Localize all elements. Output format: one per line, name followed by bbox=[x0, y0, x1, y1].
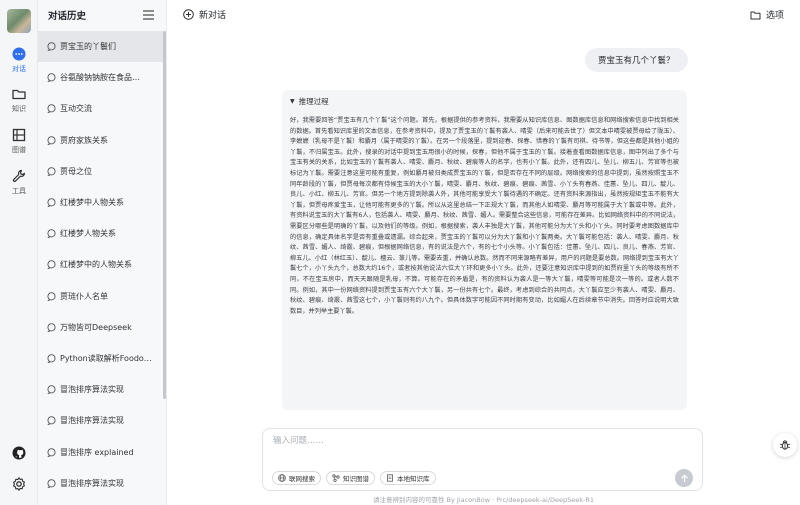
sidebar-title: 对话历史 bbox=[48, 11, 87, 22]
local-kb-chip[interactable]: 本地知识库 bbox=[380, 471, 436, 485]
folder-icon bbox=[12, 89, 26, 100]
sidebar-chat-item[interactable]: 贾母之位 bbox=[38, 156, 165, 187]
caret-down-icon: ▼ bbox=[290, 98, 295, 105]
chat-history-sidebar: 对话历史 贾宝玉的丫鬟们谷氨酸钠钠胺在食品… 互动交流贾府家族关系 贾母之位红楼梦中… bbox=[38, 0, 167, 505]
footer-disclaimer: 请注意辨别内容的可靠性 By JiaconBow · Prc/deepseek-… bbox=[372, 496, 595, 504]
feedback-button[interactable] bbox=[773, 433, 797, 457]
reasoning-toggle[interactable]: ▼ 推理过程 bbox=[290, 96, 679, 107]
new-chat-button[interactable]: 新对话 bbox=[183, 8, 226, 21]
chat-bubble-icon bbox=[47, 198, 56, 208]
rail-item-chat[interactable]: 对话 bbox=[0, 46, 38, 74]
sidebar-chat-item[interactable]: 万物皆可Deepseek bbox=[38, 312, 165, 343]
github-link[interactable] bbox=[0, 445, 38, 461]
graph-icon bbox=[12, 128, 26, 142]
sidebar-chat-item[interactable]: 冒泡排序算法实现 bbox=[38, 405, 165, 436]
chat-bubble-icon bbox=[47, 42, 56, 52]
rail-label-tools: 工具 bbox=[12, 187, 26, 195]
chat-bubble-icon bbox=[47, 447, 56, 457]
sidebar-chat-item[interactable]: 贾宝玉的丫鬟们 bbox=[38, 31, 165, 63]
sidebar-chat-label: Python读取解析Foodo… bbox=[60, 353, 152, 363]
sidebar-chat-item[interactable]: 红楼梦中的人物关系 bbox=[38, 249, 165, 280]
sidebar-chat-item[interactable]: Python读取解析Foodo… bbox=[38, 343, 165, 374]
rail-item-tools[interactable]: 工具 bbox=[0, 168, 38, 196]
sidebar-chat-label: 冒泡排序算法实现 bbox=[60, 416, 124, 426]
chat-bubble-icon bbox=[47, 478, 56, 488]
chat-icon bbox=[12, 47, 26, 61]
knowledge-graph-label: 知识图谱 bbox=[343, 475, 369, 483]
rail-item-knowledge[interactable]: 知识 bbox=[0, 86, 38, 114]
rail-label-knowledge: 知识 bbox=[12, 105, 26, 113]
options-label: 选项 bbox=[765, 11, 784, 21]
chat-bubble-icon bbox=[47, 260, 56, 270]
chat-bubble-icon bbox=[47, 135, 56, 145]
top-bar: 新对话 选项 bbox=[167, 0, 800, 30]
question-input[interactable] bbox=[273, 436, 653, 446]
sidebar-chat-label: 冒泡排序 explained bbox=[60, 447, 134, 457]
chat-bubble-icon bbox=[47, 416, 56, 426]
arrow-up-icon bbox=[680, 473, 688, 482]
sidebar-chat-label: 贾琏仆人名单 bbox=[60, 291, 108, 301]
web-search-chip[interactable]: 联网搜索 bbox=[272, 471, 321, 485]
chat-bubble-icon bbox=[47, 291, 56, 301]
sidebar-chat-label: 贾母之位 bbox=[60, 166, 92, 176]
rail-item-graph[interactable]: 图谱 bbox=[0, 127, 38, 155]
chat-bubble-icon bbox=[47, 73, 56, 83]
chat-bubble-icon bbox=[47, 229, 56, 239]
rail-label-graph: 图谱 bbox=[12, 146, 26, 154]
graph-icon bbox=[332, 474, 340, 482]
chat-bubble-icon bbox=[47, 385, 56, 395]
sidebar-chat-item[interactable]: 红楼梦中人物关系 bbox=[38, 187, 165, 218]
chat-bubble-icon bbox=[47, 323, 56, 332]
document-icon bbox=[387, 474, 393, 482]
sidebar-chat-label: 贾府家族关系 bbox=[60, 135, 108, 145]
sidebar-chat-item[interactable]: 冒泡排序 explained bbox=[38, 436, 165, 467]
sidebar-chat-label: 冒泡排序算法实现 bbox=[60, 478, 124, 488]
github-icon bbox=[12, 446, 26, 460]
sidebar-chat-item[interactable]: 红楼梦人物关系 bbox=[38, 218, 165, 249]
sidebar-chat-item[interactable]: 谷氨酸钠钠胺在食品… bbox=[38, 62, 165, 93]
chat-history-list: 贾宝玉的丫鬟们谷氨酸钠钠胺在食品… 互动交流贾府家族关系 贾母之位红楼梦中人物关系红… bbox=[38, 31, 165, 499]
knowledge-graph-chip[interactable]: 知识图谱 bbox=[326, 471, 375, 485]
web-search-label: 联网搜索 bbox=[289, 475, 315, 483]
app-logo bbox=[7, 9, 31, 33]
local-kb-label: 本地知识库 bbox=[397, 475, 430, 483]
gear-icon bbox=[13, 477, 25, 491]
sidebar-chat-label: 谷氨酸钠钠胺在食品… bbox=[60, 73, 140, 83]
input-chips: 联网搜索 知识图谱 本地知识库 bbox=[272, 471, 436, 485]
sidebar-chat-label: 红楼梦中人物关系 bbox=[60, 198, 124, 208]
chat-bubble-icon bbox=[47, 354, 56, 363]
bug-icon bbox=[780, 440, 790, 450]
chat-bubble-icon bbox=[47, 167, 56, 176]
sidebar-chat-item[interactable]: 冒泡排序算法实现 bbox=[38, 374, 165, 405]
sidebar-chat-label: 万物皆可Deepseek bbox=[60, 322, 132, 332]
chat-input-box: 联网搜索 知识图谱 本地知识库 bbox=[262, 428, 703, 491]
send-button[interactable] bbox=[675, 469, 693, 487]
new-chat-label: 新对话 bbox=[199, 11, 227, 21]
icon-rail: 对话 知识 图谱 工具 bbox=[0, 0, 38, 505]
menu-icon[interactable] bbox=[143, 10, 154, 20]
sidebar-scrollbar[interactable] bbox=[163, 31, 166, 399]
sidebar-chat-item[interactable]: 贾琏仆人名单 bbox=[38, 281, 165, 312]
sidebar-chat-label: 红楼梦人物关系 bbox=[60, 229, 116, 239]
sidebar-chat-label: 互动交流 bbox=[60, 104, 92, 114]
reasoning-panel: ▼ 推理过程 好，我需要回答“贾宝玉有几个丫鬟”这个问题。首先，根据提供的参考资… bbox=[282, 90, 687, 410]
options-button[interactable]: 选项 bbox=[750, 8, 784, 21]
sidebar-chat-label: 红楼梦中的人物关系 bbox=[60, 260, 132, 270]
sidebar-header: 对话历史 bbox=[38, 0, 166, 30]
sidebar-chat-label: 贾宝玉的丫鬟们 bbox=[60, 42, 116, 52]
globe-icon bbox=[278, 474, 286, 482]
plus-circle-icon bbox=[183, 9, 194, 20]
folder-icon bbox=[750, 11, 761, 19]
chat-bubble-icon bbox=[47, 104, 56, 114]
sidebar-chat-item[interactable]: 互动交流 bbox=[38, 93, 165, 124]
reasoning-text: 好，我需要回答“贾宝玉有几个丫鬟”这个问题。首先，根据提供的参考资料，我需要从知… bbox=[290, 117, 679, 315]
user-message-bubble: 贾宝玉有几个丫鬟？ bbox=[585, 48, 688, 72]
sidebar-chat-item[interactable]: 贾府家族关系 bbox=[38, 125, 165, 156]
sidebar-chat-label: 冒泡排序算法实现 bbox=[60, 385, 124, 395]
rail-label-chat: 对话 bbox=[12, 65, 26, 73]
wrench-icon bbox=[12, 169, 25, 183]
reasoning-label: 推理过程 bbox=[298, 97, 329, 106]
sidebar-chat-item[interactable]: 冒泡排序算法实现 bbox=[38, 468, 165, 499]
settings-button[interactable] bbox=[0, 476, 38, 492]
